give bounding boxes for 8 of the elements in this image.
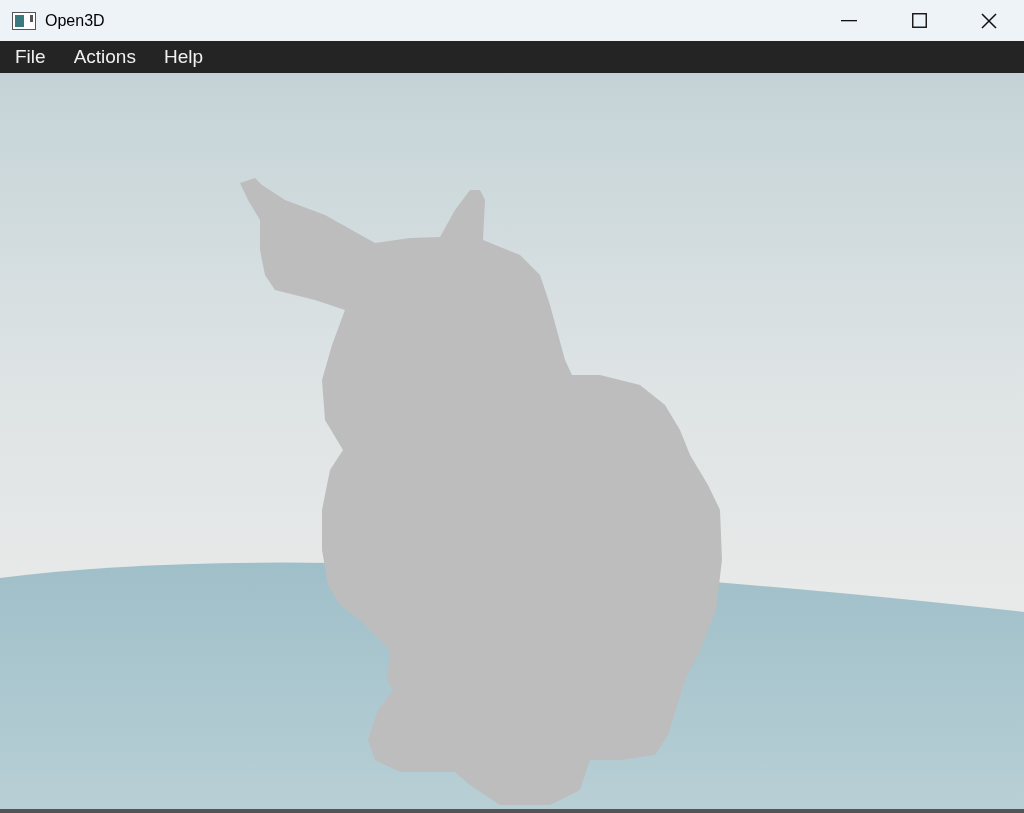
menu-item[interactable]: Actions (63, 41, 146, 73)
app-icon (12, 11, 36, 30)
window-title: Open3D (45, 10, 105, 31)
maximize-icon[interactable] (911, 13, 927, 28)
minimize-icon[interactable] (841, 19, 857, 22)
close-icon[interactable] (981, 12, 997, 29)
menu-item[interactable]: Help (153, 41, 213, 73)
menu-item[interactable]: File (5, 41, 56, 73)
